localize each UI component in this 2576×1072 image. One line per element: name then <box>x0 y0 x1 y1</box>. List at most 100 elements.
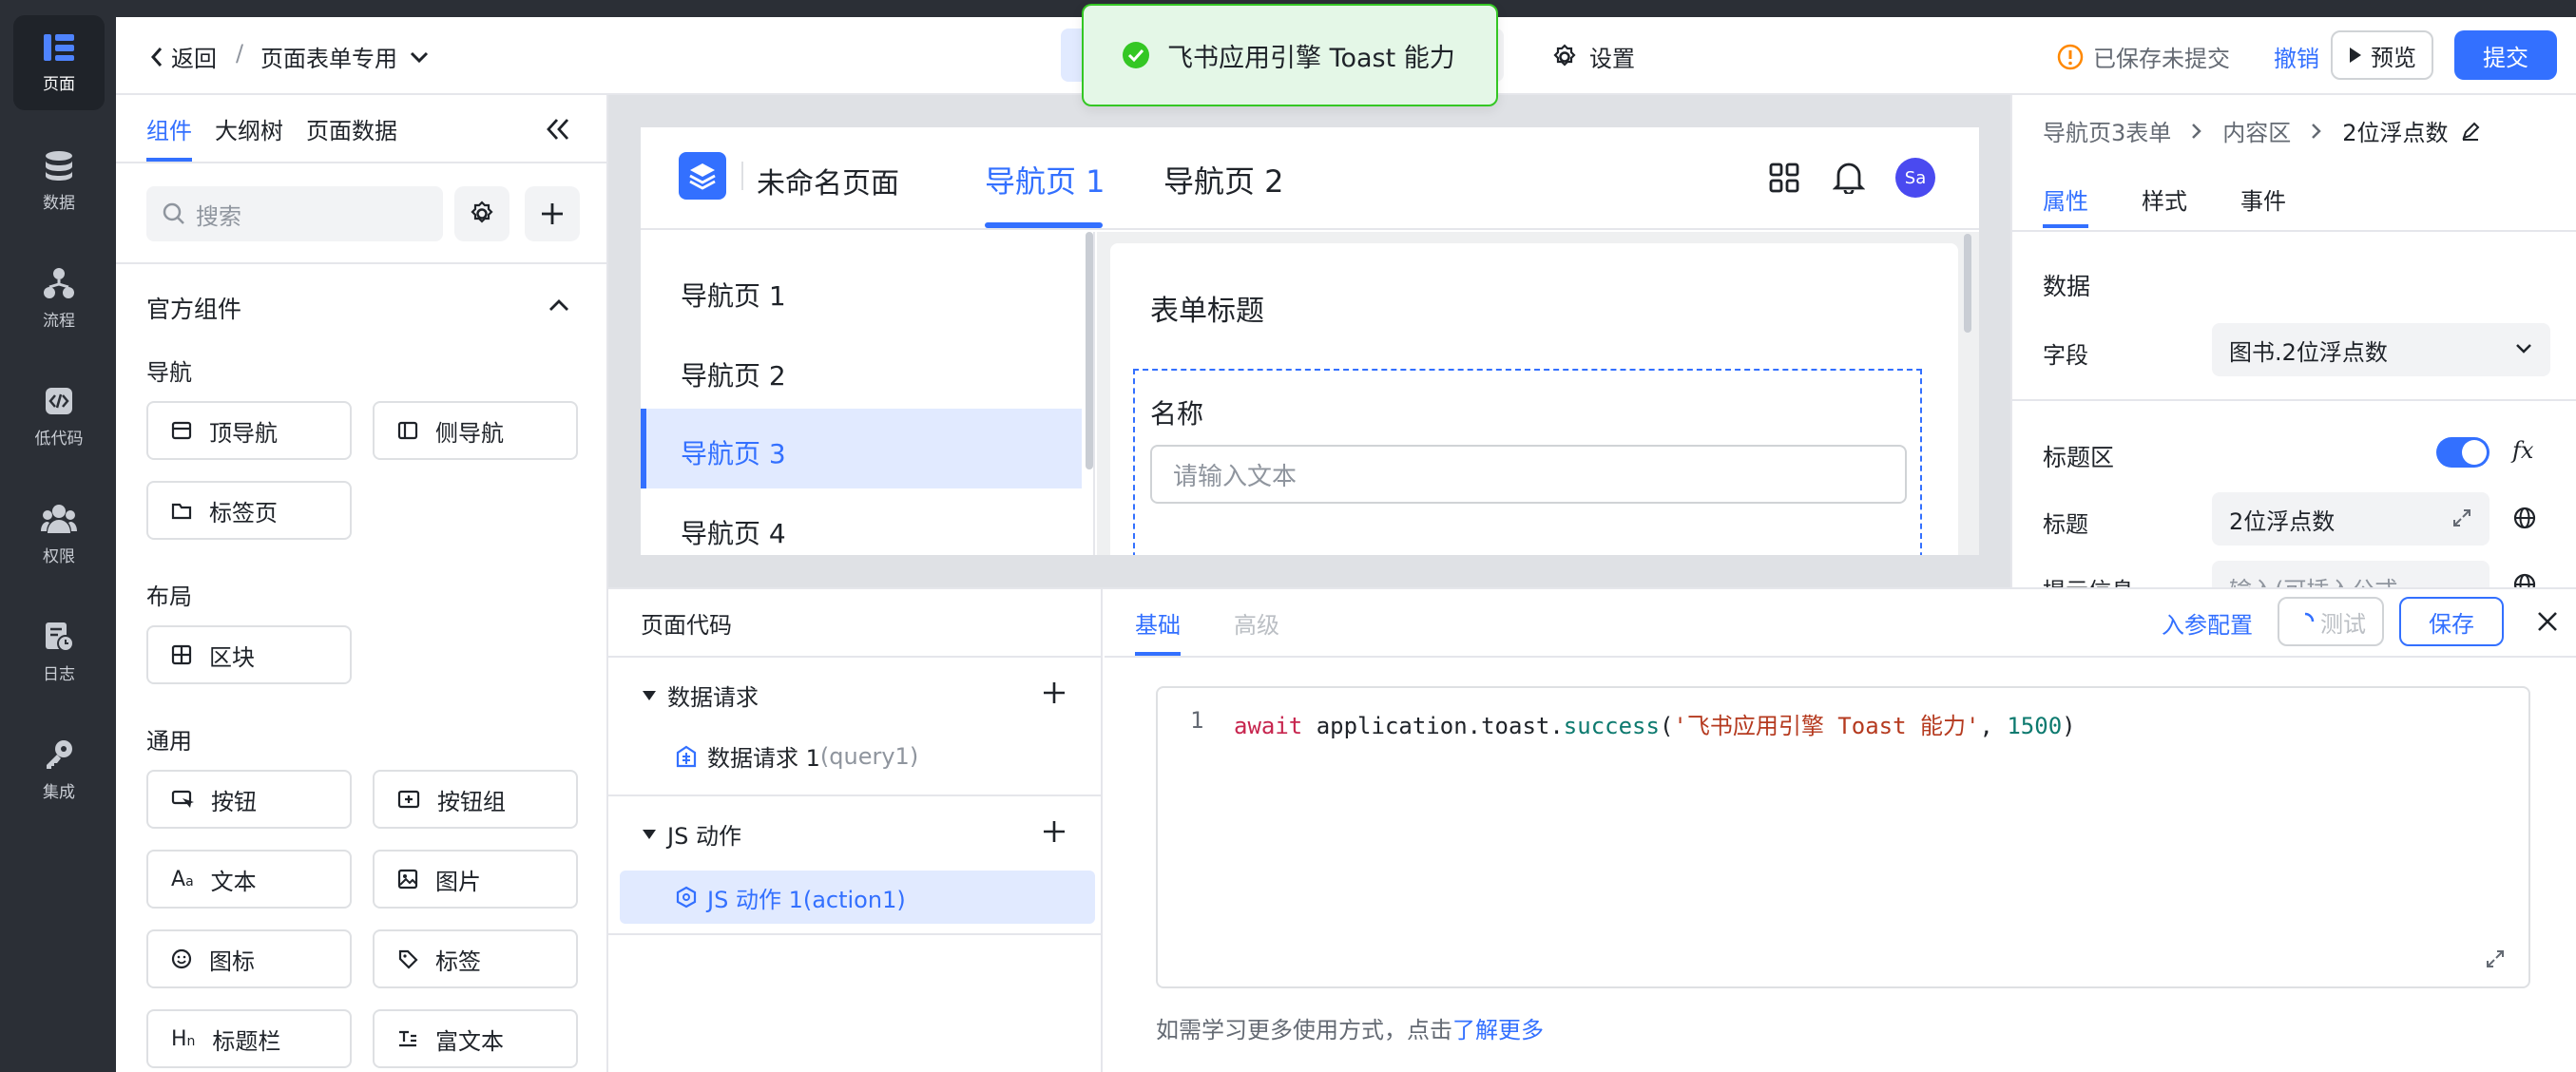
test-label: 测试 <box>2320 610 2366 638</box>
tab-page-data[interactable]: 页面数据 <box>306 112 397 145</box>
toast-message: 飞书应用引擎 Toast 能力 <box>1167 43 1455 73</box>
component-rich-text[interactable]: 富文本 <box>373 1009 578 1068</box>
component-tabs[interactable]: 标签页 <box>146 481 352 540</box>
chevron-down-icon <box>410 51 429 63</box>
code-editor[interactable]: 1 await application.toast.success('飞书应用引… <box>1156 686 2530 988</box>
add-data-request-icon[interactable] <box>1042 680 1067 705</box>
field-label: 名称 <box>1150 398 1204 430</box>
title-area-toggle[interactable] <box>2436 437 2489 468</box>
component-button[interactable]: 按钮 <box>146 770 352 829</box>
settings-button[interactable] <box>454 186 509 241</box>
submit-button[interactable]: 提交 <box>2454 30 2557 80</box>
settings-label: 设置 <box>1589 46 1635 72</box>
name-input[interactable]: 请输入文本 <box>1150 445 1907 504</box>
formula-button[interactable]: fx <box>2512 437 2533 464</box>
side-nav-item-3[interactable]: 导航页 3 <box>681 433 786 471</box>
add-button[interactable] <box>525 186 580 241</box>
breadcrumb-item[interactable]: 内容区 <box>2222 114 2291 147</box>
edit-icon[interactable] <box>2460 121 2481 142</box>
breadcrumb-separator: / <box>236 40 244 67</box>
rail-item-lowcode[interactable]: 低代码 <box>13 369 105 464</box>
grid-icon <box>171 644 192 665</box>
title-area-label: 标题区 <box>2043 444 2115 471</box>
collapse-icon[interactable] <box>544 116 572 143</box>
code-panel: 页面代码 数据请求 数据请求 1 (query1) JS 动作 JS 动作 1(… <box>608 587 2576 1072</box>
side-nav-item-1[interactable]: 导航页 1 <box>681 276 786 314</box>
tab-components[interactable]: 组件 <box>146 112 192 145</box>
apps-grid-icon[interactable] <box>1768 162 1800 194</box>
top-nav-item-2[interactable]: 导航页 2 <box>1163 158 1284 201</box>
learn-more-link[interactable]: 了解更多 <box>1452 1017 1544 1043</box>
side-nav-scrollbar[interactable] <box>1086 232 1093 469</box>
component-panel: 组件 大纲树 页面数据 搜索 官方组件 导航 顶导航 侧导航 标签页 布局 区块… <box>116 95 608 1072</box>
code-string: '飞书应用引擎 Toast 能力' <box>1673 713 1980 739</box>
top-nav-item-1[interactable]: 导航页 1 <box>985 158 1105 201</box>
back-button[interactable]: 返回 <box>148 40 217 73</box>
rail-item-page[interactable]: 页面 <box>13 15 105 110</box>
title-input-value: 2位浮点数 <box>2229 507 2336 535</box>
side-nav-item-2[interactable]: 导航页 2 <box>681 355 786 393</box>
side-nav-item-4[interactable]: 导航页 4 <box>681 513 786 551</box>
params-config-button[interactable]: 入参配置 <box>2162 606 2253 640</box>
component-tag[interactable]: 标签 <box>373 929 578 988</box>
globe-icon[interactable] <box>2512 572 2537 587</box>
js-action-group[interactable]: JS 动作 <box>641 817 741 851</box>
component-label: 图标 <box>209 948 255 975</box>
page-selector[interactable]: 页面表单专用 <box>260 40 430 73</box>
properties-panel: 导航页3表单 内容区 2位浮点数 属性 样式 事件 数据 字段 图书.2位浮点数… <box>2010 95 2576 587</box>
tab-basic[interactable]: 基础 <box>1135 606 1181 640</box>
settings-button[interactable]: 设置 <box>1551 40 1635 73</box>
preview-button[interactable]: 预览 <box>2331 30 2433 80</box>
component-top-nav[interactable]: 顶导航 <box>146 401 352 460</box>
rail-item-data[interactable]: 数据 <box>13 133 105 228</box>
code-number: 1500 <box>2007 713 2063 739</box>
plus-icon <box>542 203 563 224</box>
tab-advanced[interactable]: 高级 <box>1234 606 1279 640</box>
field-select[interactable]: 图书.2位浮点数 <box>2212 323 2550 376</box>
form-title: 表单标题 <box>1150 295 1264 328</box>
component-image[interactable]: 图片 <box>373 850 578 909</box>
search-input[interactable]: 搜索 <box>146 186 443 241</box>
expand-icon[interactable] <box>2451 507 2472 528</box>
globe-icon[interactable] <box>2512 506 2537 530</box>
test-button[interactable]: 测试 <box>2278 597 2384 646</box>
bell-icon[interactable] <box>1833 160 1865 194</box>
component-side-nav[interactable]: 侧导航 <box>373 401 578 460</box>
tab-events[interactable]: 事件 <box>2240 182 2286 216</box>
component-button-group[interactable]: 按钮组 <box>373 770 578 829</box>
data-request-item[interactable]: 数据请求 1 (query1) <box>675 739 918 773</box>
component-text[interactable]: Aa 文本 <box>146 850 352 909</box>
content-scrollbar[interactable] <box>1964 234 1971 333</box>
code-comma: , <box>1979 713 2008 739</box>
title-label: 标题 <box>2043 511 2088 538</box>
key-icon <box>47 739 72 769</box>
selected-field[interactable]: 名称 请输入文本 <box>1133 369 1922 555</box>
database-icon <box>46 150 72 181</box>
chevron-down-icon <box>2516 344 2531 354</box>
undo-button[interactable]: 撤销 <box>2274 40 2319 73</box>
data-request-group[interactable]: 数据请求 <box>641 679 759 712</box>
component-icon[interactable]: 图标 <box>146 929 352 988</box>
save-button[interactable]: 保存 <box>2399 597 2504 646</box>
rail-item-log[interactable]: 日志 <box>13 604 105 699</box>
avatar[interactable]: Sa <box>1895 158 1935 198</box>
component-label: 标题栏 <box>212 1027 281 1055</box>
add-js-action-icon[interactable] <box>1042 819 1067 844</box>
tab-style[interactable]: 样式 <box>2142 182 2187 216</box>
rail-item-flow[interactable]: 流程 <box>13 251 105 346</box>
chevron-up-icon[interactable] <box>548 297 570 314</box>
component-block[interactable]: 区块 <box>146 625 352 684</box>
rail-item-integration[interactable]: 集成 <box>13 722 105 817</box>
group-nav-title: 导航 <box>146 359 192 386</box>
hint-input[interactable]: 输入(可插入公式 <box>2212 561 2489 587</box>
expand-icon[interactable] <box>2485 948 2506 969</box>
rail-item-permission[interactable]: 权限 <box>13 487 105 582</box>
title-input[interactable]: 2位浮点数 <box>2212 492 2489 546</box>
breadcrumb-item[interactable]: 导航页3表单 <box>2043 114 2171 147</box>
close-icon[interactable] <box>2536 610 2559 633</box>
component-title-bar[interactable]: Hn 标题栏 <box>146 1009 352 1068</box>
js-action-item[interactable]: JS 动作 1(action1) <box>620 871 1095 924</box>
tab-properties[interactable]: 属性 <box>2043 182 2088 216</box>
tab-outline[interactable]: 大纲树 <box>215 112 283 145</box>
component-label: 按钮 <box>211 788 257 815</box>
